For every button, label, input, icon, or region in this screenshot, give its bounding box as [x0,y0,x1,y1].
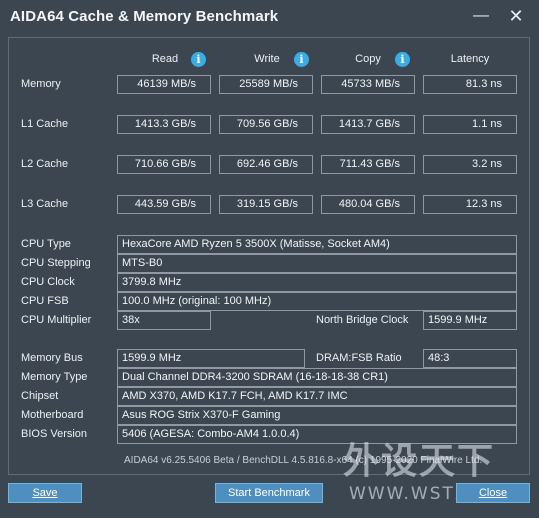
memory-copy-value: 45733 MB/s [321,75,415,94]
cpu-clock-label: CPU Clock [21,276,75,288]
minimize-button[interactable]: — [468,5,494,27]
l3-write-value: 319.15 GB/s [219,195,313,214]
cpu-clock-value: 3799.8 MHz [117,273,517,292]
row-label-memory: Memory [21,78,61,90]
chipset-value: AMD X370, AMD K17.7 FCH, AMD K17.7 IMC [117,387,517,406]
close-button-label: Close [478,487,508,499]
l2-read-value: 710.66 GB/s [117,155,211,174]
cpu-type-label: CPU Type [21,238,71,250]
column-header-latency: Latency [450,53,490,65]
row-label-l1: L1 Cache [21,118,69,130]
cpu-multiplier-label: CPU Multiplier [21,314,92,326]
close-button[interactable]: Close [456,483,530,503]
chipset-label: Chipset [21,390,59,402]
l1-write-value: 709.56 GB/s [219,115,313,134]
l1-read-value: 1413.3 GB/s [117,115,211,134]
save-button[interactable]: Save [8,483,82,503]
column-header-write: Write [254,53,280,65]
cpu-fsb-value: 100.0 MHz (original: 100 MHz) [117,292,517,311]
column-header-copy: Copy [355,53,381,65]
memory-read-value: 46139 MB/s [117,75,211,94]
window-title: AIDA64 Cache & Memory Benchmark [10,8,279,25]
l2-latency-value: 3.2 ns [423,155,517,174]
column-header-read: Read [151,53,179,65]
start-benchmark-button[interactable]: Start Benchmark [215,483,323,503]
motherboard-value: Asus ROG Strix X370-F Gaming [117,406,517,425]
memory-type-label: Memory Type [21,371,88,383]
bios-version-label: BIOS Version [21,428,88,440]
cpu-multiplier-value: 38x [117,311,211,330]
dram-fsb-ratio-value: 48:3 [423,349,517,368]
memory-latency-value: 81.3 ns [423,75,517,94]
info-icon[interactable]: i [294,52,309,67]
cpu-type-value: HexaCore AMD Ryzen 5 3500X (Matisse, Soc… [117,235,517,254]
north-bridge-clock-label: North Bridge Clock [316,314,409,326]
info-icon[interactable]: i [395,52,410,67]
close-window-button[interactable]: ✕ [503,5,529,27]
memory-write-value: 25589 MB/s [219,75,313,94]
north-bridge-clock-value: 1599.9 MHz [423,311,517,330]
memory-bus-label: Memory Bus [21,352,83,364]
info-icon[interactable]: i [191,52,206,67]
l3-read-value: 443.59 GB/s [117,195,211,214]
title-bar: AIDA64 Cache & Memory Benchmark — ✕ [0,0,539,34]
motherboard-label: Motherboard [21,409,84,421]
watermark-logo: 外设天下 [343,441,496,482]
row-label-l2: L2 Cache [21,158,69,170]
l2-copy-value: 711.43 GB/s [321,155,415,174]
l1-latency-value: 1.1 ns [423,115,517,134]
cpu-fsb-label: CPU FSB [21,295,69,307]
cpu-stepping-value: MTS-B0 [117,254,517,273]
memory-type-value: Dual Channel DDR4-3200 SDRAM (16-18-18-3… [117,368,517,387]
cpu-stepping-label: CPU Stepping [21,257,91,269]
l3-latency-value: 12.3 ns [423,195,517,214]
save-button-label: Save [32,487,58,499]
l1-copy-value: 1413.7 GB/s [321,115,415,134]
row-label-l3: L3 Cache [21,198,69,210]
memory-bus-value: 1599.9 MHz [117,349,305,368]
l3-copy-value: 480.04 GB/s [321,195,415,214]
l2-write-value: 692.46 GB/s [219,155,313,174]
dram-fsb-ratio-label: DRAM:FSB Ratio [316,352,402,364]
